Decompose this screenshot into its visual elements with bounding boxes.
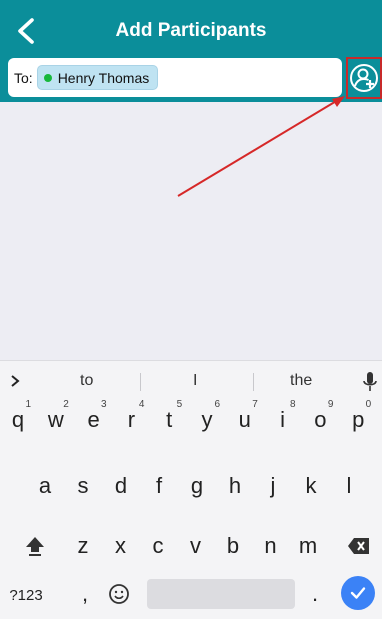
key-hint: 2 <box>63 399 69 410</box>
key-p[interactable]: p0 <box>343 399 373 437</box>
key-l[interactable]: l <box>334 469 364 503</box>
enter-key[interactable] <box>341 576 375 610</box>
key-i[interactable]: i8 <box>268 399 298 437</box>
key-hint: 8 <box>290 399 296 410</box>
participant-chip[interactable]: Henry Thomas <box>36 65 159 90</box>
key-hint: 6 <box>214 399 220 410</box>
key-hint: 1 <box>25 399 31 410</box>
key-hint: 7 <box>252 399 258 410</box>
key-hint: 3 <box>101 399 107 410</box>
key-z[interactable]: z <box>68 529 98 563</box>
key-d[interactable]: d <box>106 469 136 503</box>
online-status-icon <box>43 73 52 82</box>
page-title: Add Participants <box>115 20 267 41</box>
key-h[interactable]: h <box>220 469 250 503</box>
key-v[interactable]: v <box>181 529 211 563</box>
key-s[interactable]: s <box>68 469 98 503</box>
key-g[interactable]: g <box>182 469 212 503</box>
add-participant-button[interactable] <box>346 57 382 99</box>
app-screen: Add Participants To: Henry Thomas to I t… <box>0 0 382 619</box>
key-q[interactable]: q1 <box>3 399 33 437</box>
divider <box>140 373 141 391</box>
key-k[interactable]: k <box>296 469 326 503</box>
key-c[interactable]: c <box>143 529 173 563</box>
key-r[interactable]: r4 <box>116 399 146 437</box>
key-w[interactable]: w2 <box>41 399 71 437</box>
microphone-icon[interactable] <box>362 371 378 393</box>
key-hint: 4 <box>138 399 145 410</box>
soft-keyboard: to I the q1w2e3r4t5y6u7i8o9p0 asdfghjkl zx… <box>0 360 382 619</box>
participant-name: Henry Thomas <box>57 69 150 86</box>
suggestion-2[interactable]: I <box>193 372 197 390</box>
chevron-right-icon <box>11 375 20 387</box>
space-key[interactable] <box>147 579 295 609</box>
key-b[interactable]: b <box>218 529 248 563</box>
symbols-key[interactable]: ?123 <box>6 583 46 607</box>
suggestion-3[interactable]: the <box>290 372 312 390</box>
key-a[interactable]: a <box>30 469 60 503</box>
key-m[interactable]: m <box>293 529 323 563</box>
key-hint: 9 <box>327 399 334 410</box>
suggestion-1[interactable]: to <box>80 372 93 390</box>
comma-key[interactable]: , <box>70 579 100 609</box>
shift-icon <box>26 537 44 556</box>
period-key[interactable]: . <box>300 579 330 609</box>
backspace-key[interactable] <box>342 529 376 563</box>
key-n[interactable]: n <box>256 529 286 563</box>
suggestion-bar: to I the <box>0 361 382 401</box>
key-t[interactable]: t5 <box>154 399 184 437</box>
key-f[interactable]: f <box>144 469 174 503</box>
key-y[interactable]: y6 <box>192 399 222 437</box>
key-hint: 0 <box>365 399 372 410</box>
key-u[interactable]: u7 <box>230 399 260 437</box>
key-o[interactable]: o9 <box>305 399 335 437</box>
emoji-icon <box>109 584 129 604</box>
key-e[interactable]: e3 <box>79 399 109 437</box>
to-label: To: <box>14 69 33 86</box>
divider <box>253 373 254 391</box>
backspace-icon <box>348 538 369 554</box>
checkmark-icon <box>350 587 366 599</box>
shift-key[interactable] <box>18 529 52 563</box>
key-hint: 5 <box>176 399 183 410</box>
key-j[interactable]: j <box>258 469 288 503</box>
header: Add Participants To: Henry Thomas <box>0 0 382 102</box>
recipients-field[interactable]: To: Henry Thomas <box>8 58 342 97</box>
expand-suggestions-button[interactable] <box>6 371 24 391</box>
key-x[interactable]: x <box>106 529 136 563</box>
add-user-icon <box>350 64 378 92</box>
emoji-key[interactable] <box>104 579 134 609</box>
